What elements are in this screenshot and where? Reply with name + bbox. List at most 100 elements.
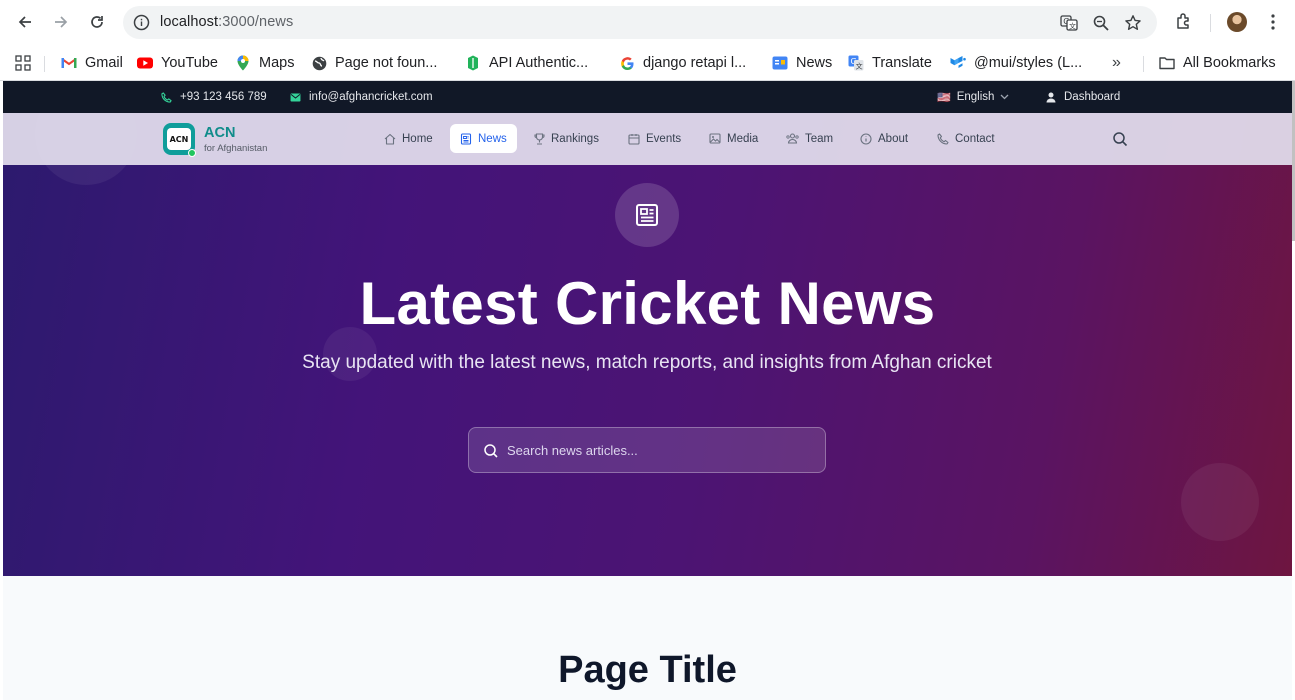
nav-rankings[interactable]: Rankings	[524, 124, 609, 153]
bookmark-maps[interactable]: Maps	[235, 53, 294, 73]
newspaper-icon	[460, 132, 472, 145]
newspaper-icon	[636, 204, 658, 226]
svg-text:文: 文	[856, 62, 863, 71]
bookmark-news[interactable]: News	[772, 53, 832, 73]
brand-name[interactable]: ACN	[204, 125, 235, 141]
email-contact[interactable]: info@afghancricket.com	[290, 89, 433, 105]
info-icon	[860, 132, 872, 145]
reload-icon	[91, 16, 103, 28]
us-flag-icon: 🇺🇸	[937, 91, 951, 104]
bookmark-label: @mui/styles (L...	[974, 55, 1083, 71]
language-selector[interactable]: 🇺🇸 English	[937, 89, 1009, 105]
back-button[interactable]	[12, 9, 38, 35]
bookmark-django[interactable]: django retapi l...	[619, 53, 746, 73]
logo-mark: ACN	[167, 128, 191, 150]
nav-label: Rankings	[551, 132, 599, 145]
url-host: localhost	[160, 14, 219, 30]
bookmark-translate[interactable]: G文 Translate	[848, 53, 932, 73]
zoom-icon[interactable]	[1092, 14, 1110, 32]
search-icon[interactable]	[1112, 131, 1128, 147]
news-search-box[interactable]	[468, 427, 826, 473]
profile-avatar[interactable]	[1227, 12, 1247, 32]
reload-button[interactable]	[84, 9, 110, 35]
phone-icon	[161, 91, 172, 103]
bookmarks-divider	[44, 56, 45, 72]
nav-label: Team	[805, 132, 834, 145]
hero-badge	[615, 183, 679, 247]
home-icon	[384, 133, 396, 145]
all-bookmarks-label: All Bookmarks	[1183, 55, 1276, 71]
page-viewport: +93 123 456 789 info@afghancricket.com 🇺…	[3, 81, 1292, 700]
online-status-dot	[188, 149, 196, 157]
browser-toolbar: localhost:3000/news G文	[0, 0, 1295, 45]
image-icon	[709, 133, 721, 144]
phone-contact[interactable]: +93 123 456 789	[161, 89, 267, 105]
all-bookmarks-folder[interactable]: All Bookmarks	[1159, 53, 1276, 73]
hero-title: Latest Cricket News	[359, 270, 936, 337]
nav-label: Contact	[955, 132, 995, 145]
apps-grid-icon[interactable]	[15, 55, 31, 71]
phone-text: +93 123 456 789	[180, 91, 267, 103]
bookmark-mui-styles[interactable]: @mui/styles (L...	[950, 53, 1082, 73]
more-bookmarks-button[interactable]: »	[1112, 53, 1121, 73]
bookmark-label: News	[796, 55, 833, 71]
bookmark-star-icon[interactable]	[1124, 14, 1142, 32]
nav-home[interactable]: Home	[374, 124, 443, 153]
nav-label: News	[478, 132, 507, 145]
google-news-icon	[772, 55, 788, 71]
hero-decor-circle	[1181, 463, 1259, 541]
calendar-icon	[628, 133, 640, 145]
bookmark-label: django retapi l...	[643, 55, 747, 71]
extensions-icon[interactable]	[1174, 12, 1194, 32]
url-path: :3000/news	[218, 14, 294, 30]
mail-icon	[290, 92, 301, 102]
bookmark-label: API Authentic...	[489, 55, 589, 71]
forward-button[interactable]	[48, 9, 74, 35]
forward-arrow-icon	[55, 16, 68, 28]
address-bar[interactable]: localhost:3000/news G文	[123, 6, 1157, 39]
hero-subtitle: Stay updated with the latest news, match…	[302, 352, 992, 373]
url-text[interactable]: localhost:3000/news	[160, 14, 293, 30]
nav-news[interactable]: News	[450, 124, 517, 153]
bookmark-label: Maps	[259, 55, 295, 71]
doc-icon	[465, 55, 481, 71]
bookmark-youtube[interactable]: YouTube	[137, 53, 218, 73]
nav-about[interactable]: About	[850, 124, 918, 153]
brand-tagline: for Afghanistan	[204, 143, 268, 154]
kebab-menu-icon[interactable]	[1263, 12, 1283, 32]
phone-icon	[937, 132, 949, 145]
folder-icon	[1159, 55, 1175, 71]
mui-icon	[950, 55, 966, 71]
nav-team[interactable]: Team	[776, 124, 843, 153]
nav-label: About	[878, 132, 909, 145]
nav-media[interactable]: Media	[699, 124, 768, 153]
nav-label: Events	[646, 132, 682, 145]
bookmark-label: Gmail	[85, 55, 123, 71]
nav-events[interactable]: Events	[618, 124, 691, 153]
bookmark-label: Page not foun...	[335, 55, 438, 71]
bookmarks-bar: Gmail YouTube Maps Page not foun... API …	[0, 45, 1295, 81]
translate-page-icon[interactable]: G文	[1060, 14, 1078, 32]
chevron-down-icon	[1000, 94, 1009, 100]
nav-label: Home	[402, 132, 433, 145]
youtube-icon	[137, 55, 153, 71]
bookmark-label: Translate	[872, 55, 932, 71]
news-search-input[interactable]	[507, 440, 807, 460]
user-icon	[1046, 92, 1056, 102]
toolbar-divider	[1210, 14, 1211, 32]
dashboard-link[interactable]: Dashboard	[1046, 89, 1120, 105]
nav-label: Media	[727, 132, 759, 145]
bookmark-page-not-found[interactable]: Page not foun...	[311, 53, 437, 73]
translate-icon: G文	[848, 55, 864, 71]
bookmarks-divider	[1143, 56, 1144, 72]
team-icon	[786, 133, 799, 144]
gmail-icon	[61, 55, 77, 71]
trophy-icon	[534, 132, 545, 145]
site-info-icon[interactable]	[133, 14, 150, 31]
back-arrow-icon	[18, 16, 31, 28]
bookmark-gmail[interactable]: Gmail	[61, 53, 123, 73]
svg-text:文: 文	[1069, 22, 1076, 31]
bookmark-label: YouTube	[161, 55, 218, 71]
nav-contact[interactable]: Contact	[927, 124, 1005, 153]
bookmark-api-auth[interactable]: API Authentic...	[465, 53, 588, 73]
